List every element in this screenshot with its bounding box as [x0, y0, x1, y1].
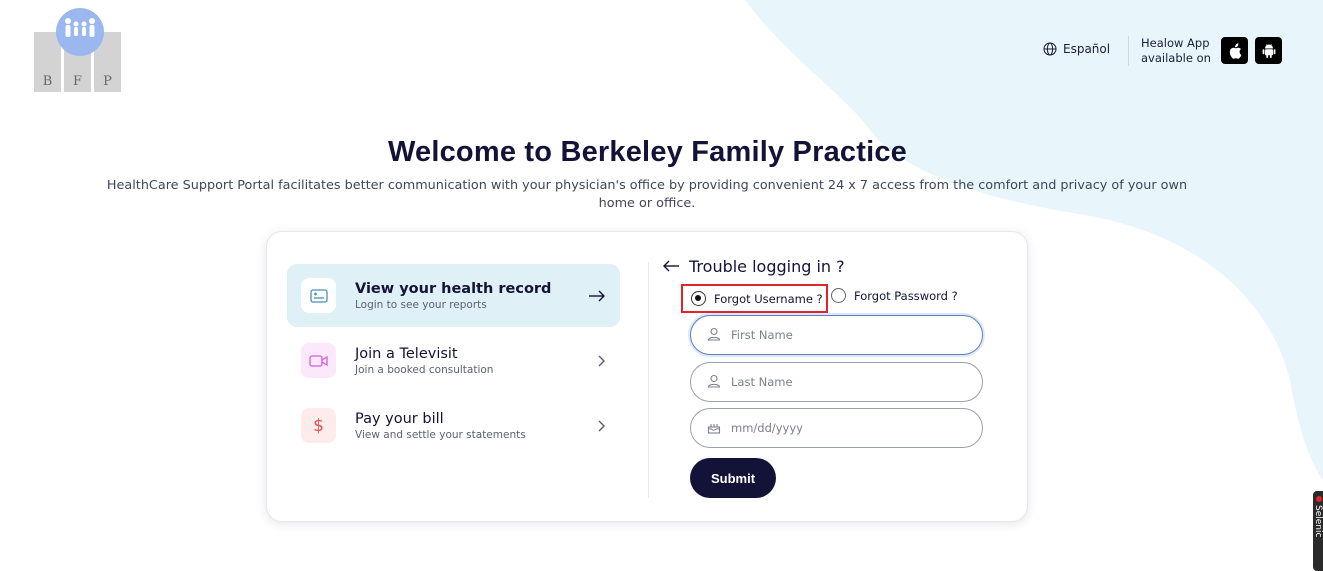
globe-icon — [1043, 42, 1057, 56]
card-divider — [648, 262, 649, 498]
menu-item-televisit[interactable]: Join a Televisit Join a booked consultat… — [287, 329, 620, 392]
dollar-icon: $ — [301, 408, 336, 443]
trouble-heading: Trouble logging in ? — [689, 257, 845, 276]
apple-store-button[interactable] — [1221, 37, 1248, 64]
forgot-username-label: Forgot Username ? — [714, 291, 823, 306]
menu-item-subtitle: View and settle your statements — [355, 428, 526, 441]
healow-line-1: Healow App — [1141, 36, 1210, 50]
health-record-icon — [301, 278, 336, 313]
logo-letter: B — [42, 74, 53, 89]
last-name-field[interactable] — [690, 362, 983, 402]
logo-letter: F — [72, 74, 83, 89]
menu-item-title: View your health record — [355, 280, 552, 297]
menu-item-pay-bill[interactable]: $ Pay your bill View and settle your sta… — [287, 394, 620, 457]
forgot-password-option[interactable]: Forgot Password ? — [831, 288, 958, 303]
side-widget-tab[interactable]: Selenic — [1313, 491, 1323, 571]
logo-letter: P — [103, 74, 112, 89]
family-icon — [56, 8, 104, 56]
submit-button[interactable]: Submit — [690, 458, 776, 498]
forgot-password-label: Forgot Password ? — [854, 288, 958, 303]
healow-app-label: Healow App available on — [1141, 36, 1211, 66]
record-dot-icon — [1316, 496, 1322, 502]
header-divider — [1128, 36, 1129, 66]
video-icon — [301, 343, 336, 378]
chevron-right-icon — [598, 355, 605, 366]
android-store-button[interactable] — [1255, 37, 1282, 64]
portal-card: View your health record Login to see you… — [266, 231, 1028, 522]
language-switcher[interactable]: Español — [1043, 42, 1110, 56]
menu-item-subtitle: Login to see your reports — [355, 298, 487, 311]
forgot-username-option[interactable]: Forgot Username ? — [681, 284, 828, 313]
dob-input[interactable] — [731, 417, 971, 439]
first-name-field[interactable] — [690, 315, 983, 355]
apple-icon — [1229, 42, 1241, 59]
cake-icon — [707, 424, 721, 434]
forgot-password-radio[interactable] — [831, 288, 846, 303]
practice-logo[interactable]: B F P — [34, 8, 124, 92]
menu-item-subtitle: Join a booked consultation — [355, 363, 494, 376]
page-subtitle: HealthCare Support Portal facilitates be… — [106, 178, 1188, 211]
language-label: Español — [1063, 42, 1111, 56]
forgot-username-radio[interactable] — [691, 291, 706, 306]
dob-field[interactable] — [690, 408, 983, 448]
menu-item-health-record[interactable]: View your health record Login to see you… — [287, 264, 620, 327]
back-arrow-icon[interactable] — [662, 260, 680, 272]
arrow-right-icon — [589, 290, 605, 301]
user-icon — [707, 327, 721, 341]
page-title: Welcome to Berkeley Family Practice — [387, 136, 908, 168]
first-name-input[interactable] — [731, 324, 971, 346]
menu-item-title: Pay your bill — [355, 410, 444, 427]
chevron-right-icon — [598, 420, 605, 431]
user-icon — [707, 374, 721, 388]
android-icon — [1262, 43, 1275, 58]
healow-line-2: available on — [1141, 51, 1211, 65]
menu-item-title: Join a Televisit — [355, 345, 458, 362]
last-name-input[interactable] — [731, 371, 971, 393]
side-widget-label: Selenic — [1313, 505, 1323, 538]
